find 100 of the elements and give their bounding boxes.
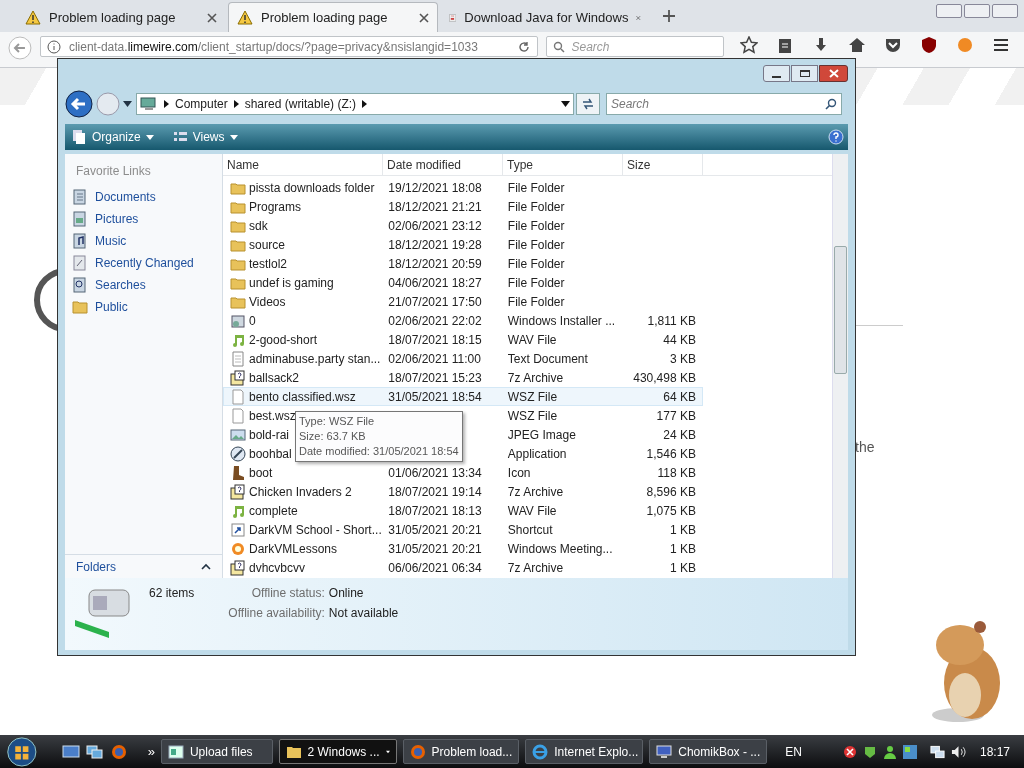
type-cell: JPEG Image [507,427,576,442]
blocked-icon[interactable] [841,743,858,760]
favorite-link[interactable]: Recently Changed [65,252,222,274]
minimize-button[interactable] [763,65,790,82]
refresh-button[interactable] [576,93,600,115]
pictures-icon [72,211,88,227]
type-cell: Shortcut [507,522,553,537]
searches-icon [72,277,88,293]
size-cell-text: 177 KB [656,407,696,425]
browser-tab[interactable]: Download Java for Windows [440,2,650,32]
start-button[interactable] [4,735,40,768]
breadcrumb-item[interactable]: shared (writable) (Z:) [244,95,357,113]
file-name: adminabuse.party stan... [249,350,381,368]
tab-title: Download Java for Windows [464,8,629,27]
installer-icon [230,312,246,329]
size-cell-text: 1 KB [669,559,696,577]
size-cell-text: 24 KB [663,426,696,444]
browser-tab[interactable]: Problem loading page [16,2,226,32]
warning-icon [237,9,253,26]
network-icon[interactable] [929,743,945,760]
help-icon[interactable] [828,129,844,145]
new-tab-icon[interactable] [662,9,676,23]
favorite-link[interactable]: Searches [65,274,222,296]
globe-icon [532,743,549,760]
file-name: bento classified.wsz [249,388,356,406]
clock[interactable]: 18:17 [979,742,1010,761]
toolbar-button[interactable]: Views [169,128,240,146]
date-cell: 01/06/2021 13:34 [388,465,482,480]
breadcrumb-item[interactable]: Computer [175,95,228,113]
size-cell-text: 1,546 KB [646,445,696,463]
size-cell-text: 430,498 KB [633,369,696,387]
chevron-icon[interactable] [164,100,169,108]
file-name: complete [249,502,298,520]
shield-icon[interactable] [920,36,938,54]
reload-icon[interactable] [517,39,532,54]
date-cell: 18/07/2021 18:15 [388,332,482,347]
search-icon [553,40,566,53]
type-cell: File Folder [507,237,565,252]
close-button[interactable] [819,65,848,82]
taskbar-button[interactable]: Upload files [160,739,273,764]
dropdown-icon[interactable] [123,101,132,107]
favorite-link[interactable]: Music [65,230,222,252]
favorite-link[interactable]: Public [65,296,222,318]
archive-icon [230,483,246,500]
language-indicator[interactable]: EN [785,742,802,761]
file-name: boot [249,464,273,482]
globe-icon[interactable] [109,743,128,760]
close-icon[interactable] [207,12,217,23]
menu-icon[interactable] [992,36,1010,54]
grid-icon[interactable] [901,743,918,760]
date-cell: 19/12/2021 18:08 [388,180,482,195]
column-header[interactable]: Name [223,154,383,175]
file-name: pissta downloads folder [249,179,375,197]
taskbar-button[interactable]: 2 Windows ... [278,739,397,764]
scrollbar[interactable] [832,154,848,578]
search-field[interactable]: Search [606,93,842,115]
close-icon[interactable] [419,12,429,23]
taskbar-button[interactable]: ChomikBox - ... [649,739,768,764]
window-icon [167,743,184,760]
address-bar[interactable]: Computer shared (writable) (Z:) [136,93,574,115]
dropdown-icon[interactable] [561,101,570,107]
type-cell: File Folder [507,218,565,233]
taskbar-button[interactable]: Problem load... [402,739,520,764]
volume-icon[interactable] [950,743,966,760]
back-icon[interactable] [65,90,93,118]
browser-tab[interactable]: Problem loading page [228,2,438,32]
pocket-icon[interactable] [884,36,902,54]
restore-button[interactable] [964,4,990,18]
chevron-up-icon [201,563,211,570]
type-cell: File Folder [507,199,565,214]
star-icon[interactable] [740,36,758,54]
toolbar-button[interactable]: Organize [69,128,156,146]
overflow-chevron[interactable]: » [147,741,155,762]
column-header[interactable]: Type [503,154,623,175]
type-cell: File Folder [507,180,565,195]
detail-label: Offline availability: [228,605,325,622]
desktop-icon[interactable] [61,743,80,760]
globe-icon [409,743,426,760]
hovered-row[interactable]: bento classified.wsz 31/05/2021 18:54 WSZ File 64 KB [223,387,703,406]
home-icon[interactable] [848,36,866,54]
windows-icon[interactable] [85,743,104,760]
maximize-button[interactable] [791,65,818,82]
chevron-icon[interactable] [362,100,368,108]
monitor-icon [656,743,673,760]
favorite-link[interactable]: Pictures [65,208,222,230]
column-header[interactable]: Date modified [383,154,503,175]
size-cell-text: 1,811 KB [647,312,696,330]
favorite-link[interactable]: Documents [65,186,222,208]
type-cell: Application [507,446,567,461]
column-header[interactable]: Size [623,154,703,175]
url-field[interactable]: client-data.limewire.com/client_startup/docs/?page=privacy&nsislangid=1033 [39,36,539,57]
taskbar-button[interactable]: Internet Explo... [525,739,644,764]
file-name: boohbal [249,445,292,463]
scroll-thumb[interactable] [834,246,847,374]
chevron-icon[interactable] [233,100,239,108]
folder-icon [72,299,88,315]
clipboard-icon[interactable] [776,36,794,54]
person-icon[interactable] [881,743,898,760]
file-name: Programs [249,198,301,216]
info-icon[interactable] [46,39,61,54]
